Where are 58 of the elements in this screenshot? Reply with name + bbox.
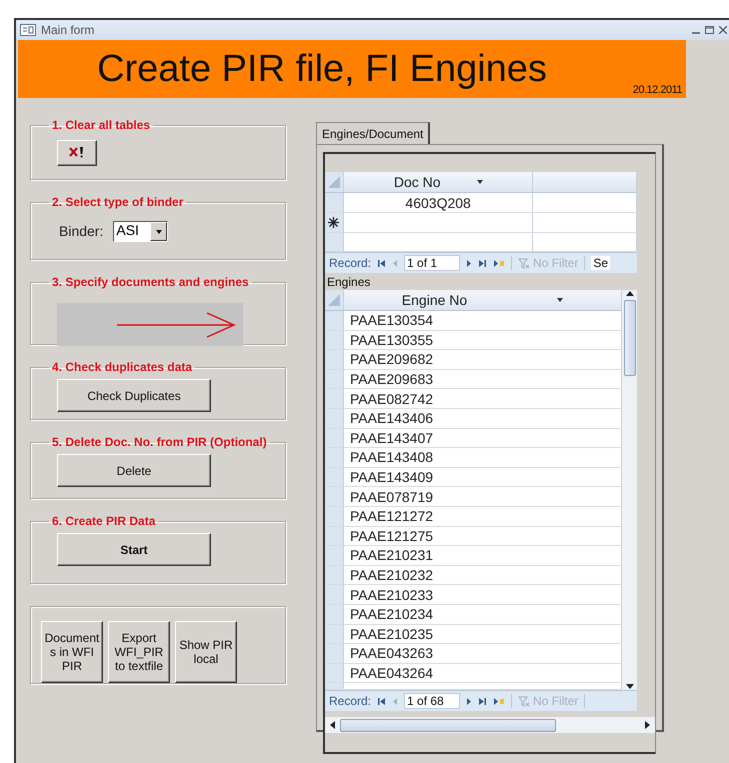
vertical-scrollbar[interactable] [622, 290, 637, 690]
next-record-icon[interactable] [466, 696, 472, 706]
record-number-field[interactable]: 1 of 1 [404, 255, 460, 271]
step-legend: 3. Specify documents and engines [49, 275, 252, 289]
horizontal-scrollbar[interactable] [325, 717, 655, 734]
header-date: 20.12.2011 [632, 84, 682, 96]
select-all-icon[interactable] [328, 294, 340, 306]
record-number-field[interactable]: 1 of 68 [404, 693, 460, 710]
tab[interactable]: Engines/Document [316, 122, 430, 145]
record-label: Record: [329, 694, 372, 708]
new-record-icon[interactable] [493, 258, 506, 268]
next-record-icon[interactable] [466, 258, 472, 268]
filter-icon [518, 696, 530, 707]
row-selector[interactable] [325, 213, 344, 232]
maximize-icon[interactable] [705, 26, 714, 34]
action-button[interactable]: Start [57, 533, 211, 566]
last-record-icon[interactable] [478, 696, 488, 706]
scroll-down-icon[interactable] [626, 682, 634, 690]
action-button[interactable]: Check Duplicates [57, 379, 211, 412]
dropdown-icon [156, 230, 162, 234]
step-legend: 1. Clear all tables [49, 118, 154, 132]
new-row-icon [328, 217, 340, 228]
dropdown-icon [476, 180, 483, 184]
first-record-icon[interactable] [377, 258, 386, 268]
action-button[interactable]: Delete [57, 454, 211, 487]
binder-label: Binder: [59, 223, 104, 239]
form-heading: Create PIR file, FI Engines [97, 48, 547, 90]
scroll-right-icon[interactable] [643, 721, 651, 730]
step-legend: 6. Create PIR Data [49, 514, 158, 528]
right-arrow-icon [117, 312, 237, 338]
step-legend: 2. Select type of binder [49, 195, 186, 209]
scroll-left-icon[interactable] [329, 721, 337, 730]
first-record-icon[interactable] [377, 696, 386, 706]
scroll-thumb[interactable] [340, 718, 556, 732]
action-button[interactable]: Show PIR local [175, 621, 237, 683]
new-record-icon[interactable] [493, 696, 506, 706]
close-icon[interactable] [719, 26, 727, 34]
clear-tables-button[interactable] [57, 140, 97, 166]
dropdown-icon [557, 298, 564, 302]
last-record-icon[interactable] [478, 258, 488, 268]
binder-select[interactable]: ASI [113, 221, 168, 242]
delete-warning-icon [68, 146, 86, 158]
previous-record-icon [392, 696, 398, 706]
previous-record-icon [392, 258, 398, 268]
table-cell: 4603Q208 [344, 193, 534, 212]
action-button[interactable]: Export WFI_PIR to textfile [108, 621, 170, 683]
window-title: Main form [41, 23, 94, 37]
search-field[interactable]: Se [591, 256, 610, 270]
engines-label: Engines [326, 274, 372, 290]
scroll-up-icon[interactable] [626, 290, 634, 298]
select-all-icon[interactable] [328, 176, 340, 188]
action-button[interactable]: Document s in WFI PIR [41, 621, 103, 683]
scroll-thumb[interactable] [624, 300, 636, 376]
step-legend: 4. Check duplicates data [49, 360, 196, 374]
form-icon [20, 24, 36, 36]
filter-icon [518, 258, 530, 268]
step-legend: 5. Delete Doc. No. from PIR (Optional) [49, 435, 270, 449]
record-label: Record: [329, 256, 372, 270]
